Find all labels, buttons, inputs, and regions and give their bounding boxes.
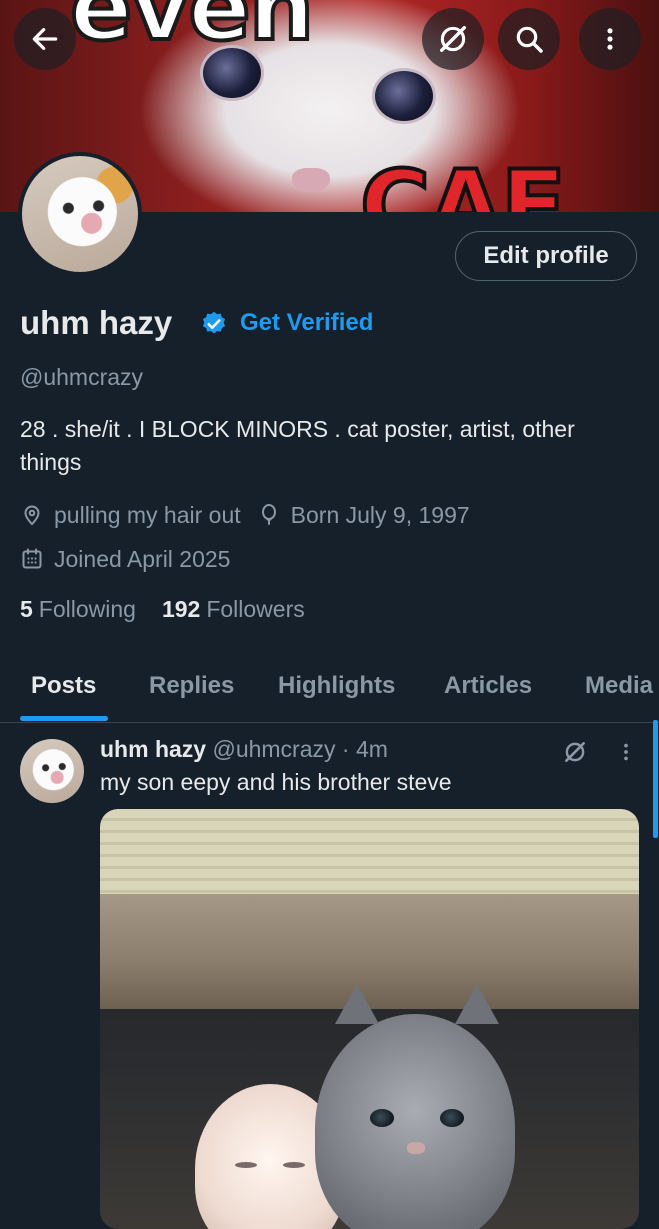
- edit-profile-button[interactable]: Edit profile: [455, 231, 637, 281]
- profile-meta-row-2: Joined April 2025: [20, 544, 230, 574]
- profile-avatar[interactable]: [18, 152, 142, 276]
- more-vertical-icon: [607, 28, 613, 50]
- gray-kitten-ear-left: [335, 984, 379, 1024]
- profile-name: uhm hazy: [20, 304, 173, 341]
- more-vertical-icon: [624, 743, 628, 761]
- tab-articles[interactable]: Articles: [444, 672, 532, 700]
- grok-icon: [565, 742, 585, 762]
- post-author-avatar[interactable]: [20, 739, 84, 803]
- following-count: 5: [20, 596, 33, 622]
- gray-kitten-ear-right: [455, 984, 499, 1024]
- banner-image-lettering-bottom: CAF: [358, 148, 568, 212]
- tab-posts[interactable]: Posts: [31, 672, 96, 700]
- grok-button[interactable]: [422, 8, 484, 70]
- profile-joined: Joined April 2025: [54, 545, 231, 572]
- following-label: Following: [38, 596, 136, 622]
- scrollbar[interactable]: [653, 720, 658, 838]
- post-author-handle[interactable]: @uhmcrazy: [212, 736, 335, 762]
- tab-media[interactable]: Media: [585, 672, 653, 700]
- gray-kitten-nose: [407, 1142, 425, 1154]
- tab-highlights[interactable]: Highlights: [278, 672, 395, 700]
- post-author-name[interactable]: uhm hazy: [100, 736, 206, 762]
- image-gray-kitten: [315, 1014, 515, 1229]
- post-more-button[interactable]: [612, 738, 640, 766]
- profile-bio: 28 . she/it . I BLOCK MINORS . cat poste…: [20, 416, 575, 475]
- post-timestamp[interactable]: · 4m: [342, 736, 388, 762]
- more-options-button[interactable]: [579, 8, 641, 70]
- active-tab-indicator: [20, 716, 108, 721]
- profile-meta-row-1: pulling my hair out Born July 9, 1997: [20, 500, 470, 530]
- post-grok-button[interactable]: [561, 738, 589, 766]
- white-kitten-eye-right: [283, 1162, 305, 1168]
- verified-badge-icon[interactable]: [200, 310, 228, 338]
- followers-label: Followers: [206, 596, 305, 622]
- followers-count: 192: [161, 596, 201, 622]
- profile-handle: @uhmcrazy: [20, 364, 144, 390]
- banner-cat-eye-left: [200, 45, 264, 101]
- gray-kitten-eye-right: [440, 1109, 464, 1127]
- post-header: uhm hazy @uhmcrazy · 4m: [100, 736, 388, 763]
- banner-image-lettering: even: [68, 0, 316, 63]
- profile-location: pulling my hair out: [54, 501, 241, 528]
- search-button[interactable]: [498, 8, 560, 70]
- tab-replies[interactable]: Replies: [149, 672, 234, 700]
- back-button[interactable]: [14, 8, 76, 70]
- followers-link[interactable]: 192 Followers: [162, 596, 305, 623]
- arrow-left-icon: [32, 28, 58, 50]
- balloon-icon: [261, 504, 276, 525]
- banner-cat-nose: [292, 168, 330, 192]
- location-pin-icon: [24, 505, 40, 526]
- gray-kitten-eye-left: [370, 1109, 394, 1127]
- grok-icon: [439, 25, 467, 53]
- profile-birthday: Born July 9, 1997: [290, 501, 470, 528]
- profile-tabs: Posts Replies Highlights Articles Media: [0, 660, 659, 723]
- white-kitten-eye-left: [235, 1162, 257, 1168]
- post-text: my son eepy and his brother steve: [100, 769, 452, 795]
- image-siding: [100, 809, 639, 894]
- following-link[interactable]: 5 Following: [20, 596, 136, 623]
- calendar-icon: [22, 548, 42, 569]
- get-verified-link[interactable]: Get Verified: [240, 309, 373, 337]
- post-image[interactable]: [100, 809, 639, 1229]
- search-icon: [516, 26, 543, 53]
- banner-cat-eye-right: [372, 68, 436, 124]
- follow-stats: 5 Following 192 Followers: [20, 596, 305, 623]
